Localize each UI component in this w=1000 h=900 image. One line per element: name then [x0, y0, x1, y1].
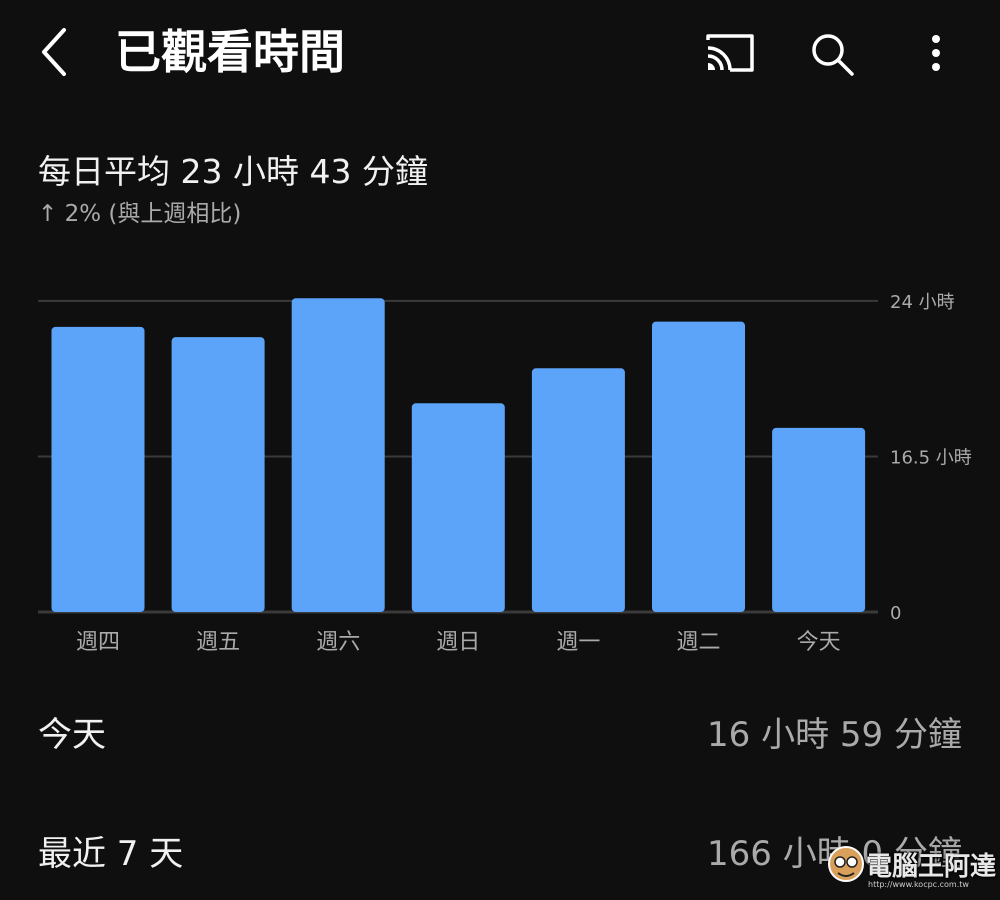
cast-button[interactable] [700, 26, 756, 82]
chart-bar[interactable] [652, 321, 745, 612]
watermark-url: http://www.kocpc.com.tw [868, 880, 969, 889]
y-tick-label: 0 [890, 603, 901, 624]
cast-icon [706, 34, 754, 72]
more-options-button[interactable] [908, 26, 964, 82]
stat-value: 16 小時 59 分鐘 [707, 715, 962, 755]
y-tick-label: 16.5 小時 [890, 447, 972, 468]
x-tick-label: 週四 [76, 630, 120, 655]
back-button[interactable] [30, 22, 80, 82]
chart-bar[interactable] [291, 298, 385, 612]
back-arrow-icon [42, 28, 66, 76]
chart-bar[interactable] [51, 326, 145, 612]
x-tick-label: 週日 [436, 630, 480, 655]
more-vert-icon [932, 35, 940, 71]
y-tick-label: 24 小時 [890, 292, 955, 313]
search-button[interactable] [804, 26, 860, 82]
x-tick-label: 今天 [797, 630, 841, 655]
daily-average: 每日平均 23 小時 43 分鐘 [38, 152, 428, 191]
weekly-change: ↑ 2% (與上週相比) [38, 201, 242, 227]
page-title: 已觀看時間 [115, 25, 345, 79]
x-tick-label: 週五 [196, 630, 240, 655]
search-icon [812, 34, 854, 76]
watch-time-bar-chart: 24 小時 16.5 小時 0 週四 週五 週六 週日 週一 週二 今天 [38, 292, 972, 655]
app-header: 已觀看時間 [0, 0, 1000, 110]
watermark-text: 電腦王阿達 [866, 852, 997, 882]
mascot-icon [828, 846, 864, 882]
chart-bar[interactable] [772, 427, 866, 612]
chart-bar[interactable] [171, 337, 265, 612]
watermark-logo: 電腦王阿達 http://www.kocpc.com.tw [824, 840, 997, 896]
x-tick-label: 週二 [676, 630, 720, 655]
x-tick-label: 週六 [316, 630, 360, 655]
stat-row-today: 今天 16 小時 59 分鐘 [38, 705, 962, 765]
chart-bar[interactable] [411, 403, 505, 612]
stat-label: 最近 7 天 [38, 834, 184, 874]
x-tick-label: 週一 [556, 630, 600, 655]
chart-bar[interactable] [531, 368, 625, 612]
stat-label: 今天 [38, 715, 106, 755]
